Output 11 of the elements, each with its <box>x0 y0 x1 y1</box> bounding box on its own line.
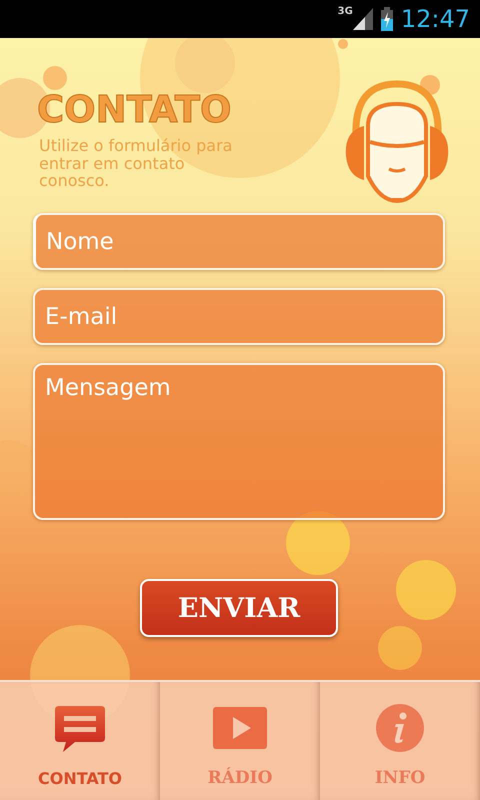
tab[interactable]: INFO <box>320 682 480 800</box>
network-label: 3G <box>338 6 353 17</box>
tab[interactable]: CONTATO <box>0 682 160 800</box>
input-field[interactable]: E-mail <box>33 288 445 345</box>
tab[interactable]: RÁDIO <box>160 682 320 800</box>
subtitle: Utilize o formulário para entrar em contato conosco. <box>39 137 234 190</box>
page-title: CONTATO <box>37 88 232 131</box>
clock-time: 12:47 <box>400 5 470 33</box>
input-field[interactable]: Nome <box>33 213 445 270</box>
message-field[interactable]: Mensagem <box>33 363 445 520</box>
send-button[interactable]: ENVIAR <box>140 579 338 637</box>
